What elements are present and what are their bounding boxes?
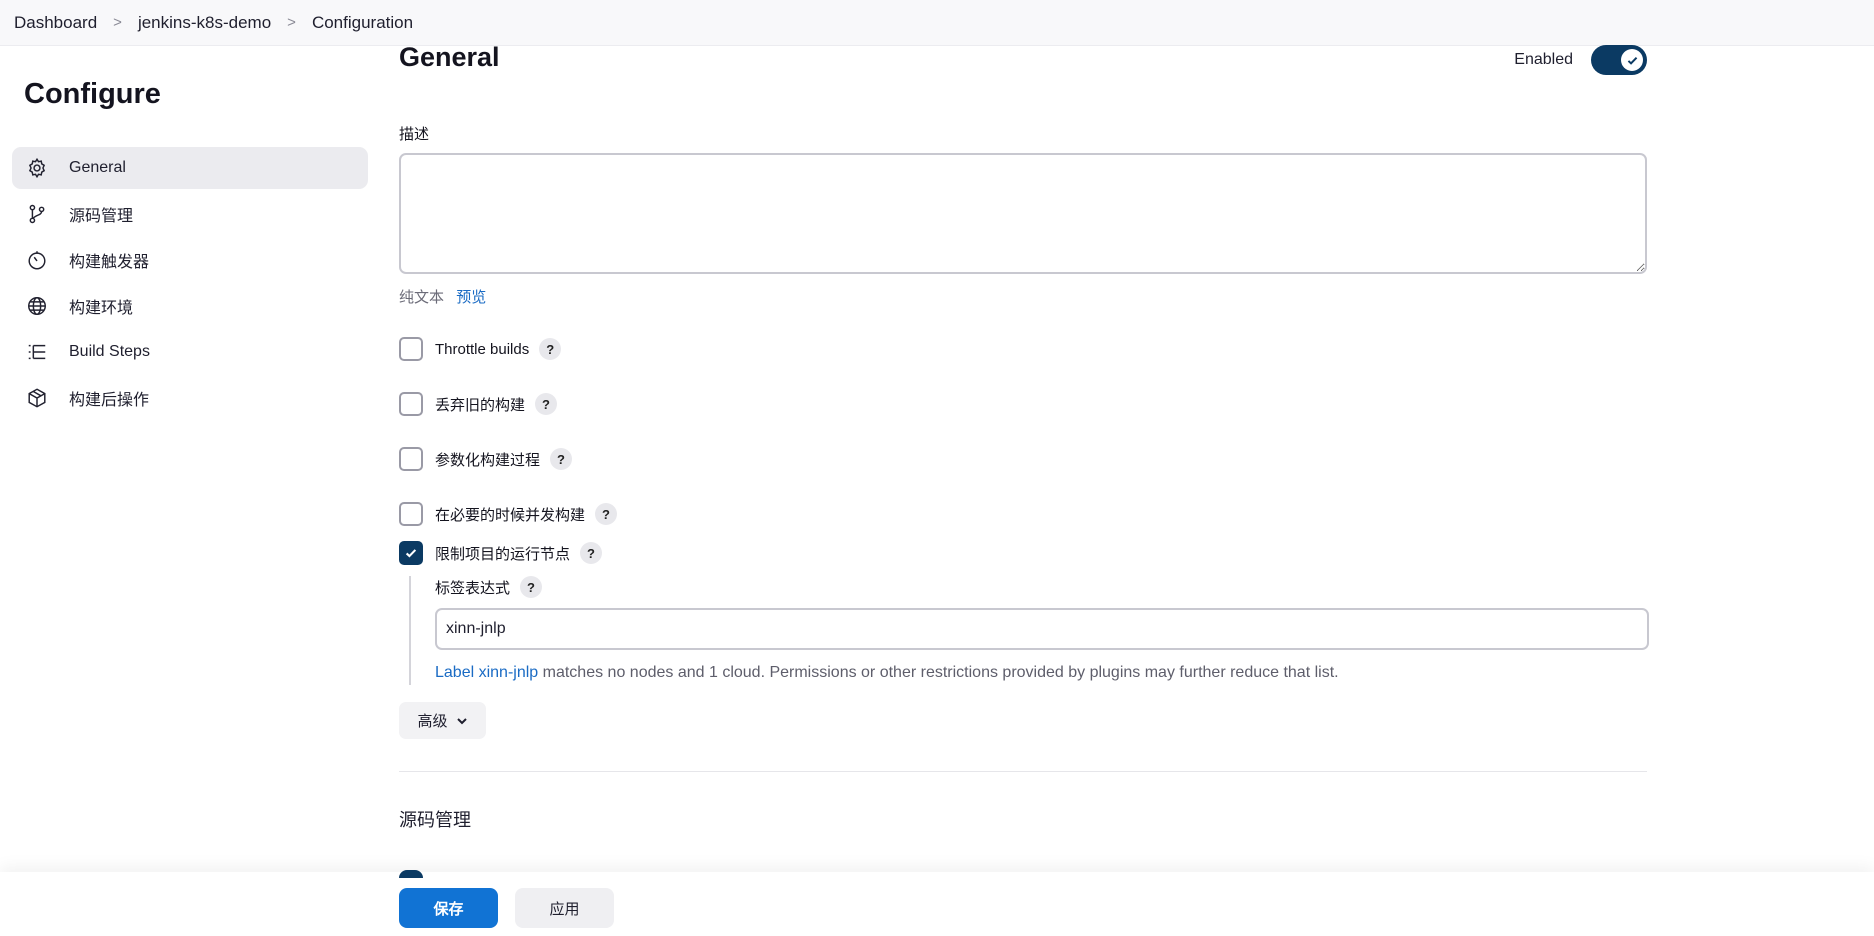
help-icon[interactable]: ?: [535, 393, 558, 415]
package-icon: [25, 386, 49, 410]
check-icon: [405, 549, 417, 558]
sidebar-item-label: 源码管理: [69, 208, 134, 225]
option-label: 参数化构建过程: [435, 451, 541, 469]
option-restrict-node: 限制项目的运行节点 ?: [399, 541, 603, 565]
breadcrumb-configuration[interactable]: Configuration: [312, 13, 413, 33]
description-format: 纯文本 预览: [399, 286, 486, 307]
breadcrumb: Dashboard > jenkins-k8s-demo > Configura…: [0, 0, 1874, 46]
enabled-label: Enabled: [1514, 51, 1573, 68]
option-label: 丢弃旧的构建: [435, 396, 526, 414]
sidebar-item-post-build[interactable]: 构建后操作: [12, 377, 368, 419]
sidebar-item-label: Build Steps: [69, 343, 150, 360]
advanced-label: 高级: [417, 713, 448, 730]
help-icon[interactable]: ?: [595, 503, 618, 525]
sidebar-item-triggers[interactable]: 构建触发器: [12, 239, 368, 281]
section-title-general: General: [399, 42, 500, 72]
breadcrumb-job[interactable]: jenkins-k8s-demo: [138, 13, 271, 33]
description-field[interactable]: [399, 153, 1647, 274]
check-icon: [1621, 49, 1643, 71]
chevron-down-icon: [456, 717, 467, 724]
gear-icon: [25, 156, 49, 180]
option-parameterized: 参数化构建过程 ?: [399, 447, 573, 471]
sidebar-item-label: 构建触发器: [69, 254, 150, 271]
help-icon[interactable]: ?: [580, 542, 603, 564]
checkbox-concurrent-builds[interactable]: [399, 502, 423, 526]
enabled-control: Enabled: [1514, 45, 1647, 75]
apply-button[interactable]: 应用: [515, 888, 614, 928]
advanced-button[interactable]: 高级: [399, 702, 486, 739]
checkbox-restrict-node[interactable]: [399, 541, 423, 565]
option-label: 在必要的时候并发构建: [435, 506, 586, 524]
save-button[interactable]: 保存: [399, 888, 498, 928]
breadcrumb-dashboard[interactable]: Dashboard: [14, 13, 97, 33]
checkbox-discard-old-builds[interactable]: [399, 392, 423, 416]
section-divider: [399, 771, 1647, 772]
label-link[interactable]: Label xinn-jnlp: [435, 664, 538, 681]
sidebar-item-label: 构建环境: [69, 300, 134, 317]
globe-icon: [25, 294, 49, 318]
sidebar-title: Configure: [24, 78, 161, 110]
help-icon[interactable]: ?: [550, 448, 573, 470]
checkbox-parameterized[interactable]: [399, 447, 423, 471]
option-label: 限制项目的运行节点: [435, 545, 571, 563]
option-concurrent-builds: 在必要的时候并发构建 ?: [399, 502, 618, 526]
enabled-toggle[interactable]: [1591, 45, 1647, 75]
list-icon: [25, 340, 49, 364]
label-expression-header: 标签表达式 ?: [435, 576, 543, 598]
label-expression-label: 标签表达式: [435, 579, 511, 597]
option-throttle-builds: Throttle builds ?: [399, 337, 562, 361]
label-expression-input[interactable]: [435, 608, 1649, 650]
sidebar-item-label: General: [69, 159, 126, 176]
radio-icon: [399, 870, 423, 878]
chevron-right-icon: >: [287, 14, 296, 31]
bottom-action-bar: [0, 872, 1874, 936]
label-expression-block: 标签表达式 ? Label xinn-jnlp matches no nodes…: [409, 576, 1649, 685]
sidebar-item-general[interactable]: General: [12, 147, 368, 189]
checkbox-throttle-builds[interactable]: [399, 337, 423, 361]
sidebar-item-label: 构建后操作: [69, 392, 150, 409]
help-icon[interactable]: ?: [539, 338, 562, 360]
help-icon[interactable]: ?: [520, 576, 543, 598]
sidebar-item-environment[interactable]: 构建环境: [12, 285, 368, 327]
sidebar-item-build-steps[interactable]: Build Steps: [12, 331, 368, 373]
description-label: 描述: [399, 126, 430, 143]
option-label: Throttle builds: [435, 340, 530, 358]
chevron-right-icon: >: [113, 14, 122, 31]
timer-icon: [25, 248, 49, 272]
plain-text-label: 纯文本: [399, 289, 445, 306]
branch-icon: [25, 202, 49, 226]
sidebar-nav: General 源码管理 构建触发器 构建环境 Build Steps 构建后操…: [12, 147, 368, 423]
label-expression-note: Label xinn-jnlp matches no nodes and 1 c…: [435, 664, 1339, 682]
sidebar-item-scm[interactable]: 源码管理: [12, 193, 368, 235]
label-note-text: matches no nodes and 1 cloud. Permission…: [538, 664, 1339, 681]
preview-link[interactable]: 预览: [456, 289, 486, 306]
option-discard-old-builds: 丢弃旧的构建 ?: [399, 392, 558, 416]
section-title-scm: 源码管理: [399, 810, 471, 830]
